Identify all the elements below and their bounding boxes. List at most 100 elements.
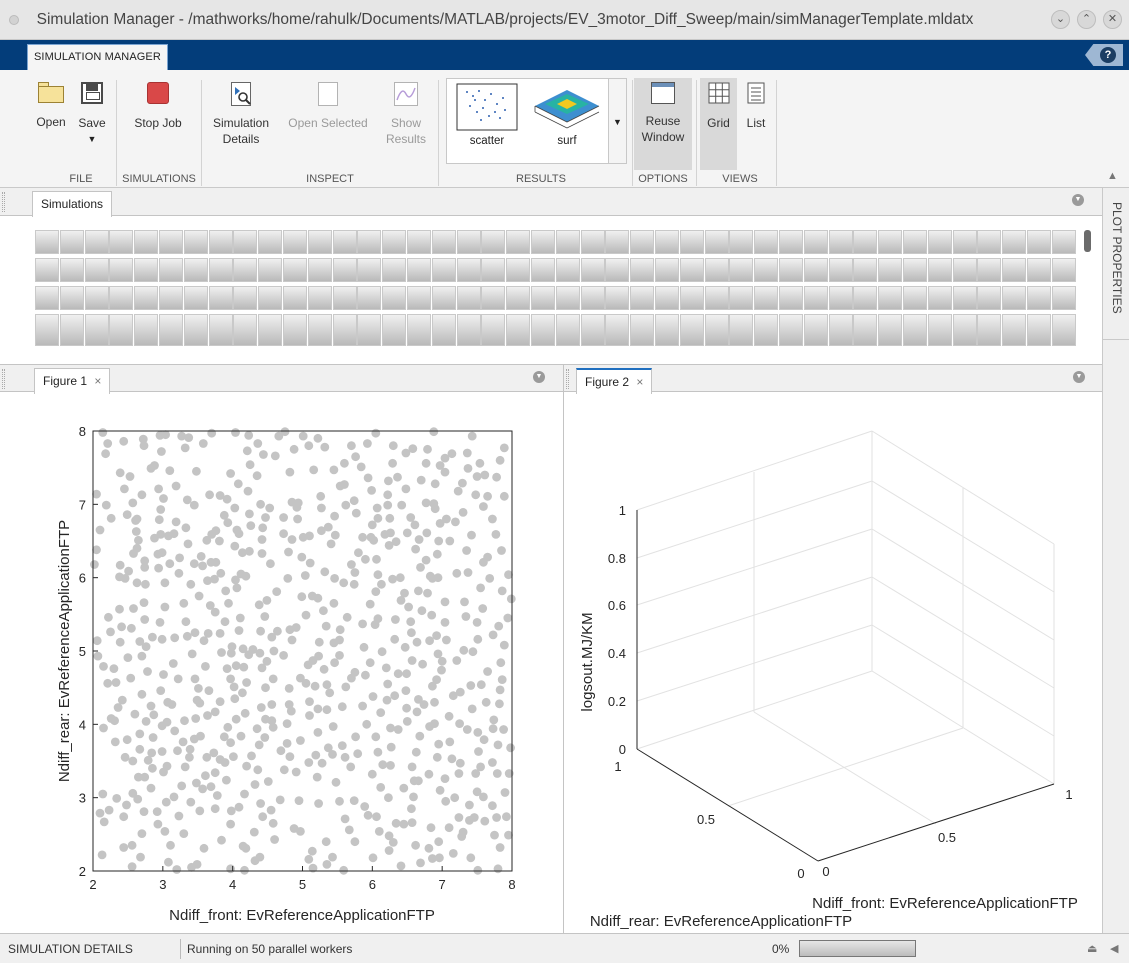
collapse-toolstrip-icon[interactable]: ▲ [1107,170,1118,182]
simulation-cell[interactable] [35,314,59,346]
simulation-cell[interactable] [134,230,159,254]
save-button[interactable]: Save ▼ [76,82,108,147]
simulation-cell[interactable] [630,258,655,282]
simulation-cell[interactable] [456,230,481,254]
simulation-cell[interactable] [357,230,382,254]
simulation-cell[interactable] [803,258,828,282]
simulation-cell[interactable] [481,314,506,346]
status-panel-collapse-icon[interactable]: ◀ [1110,942,1118,955]
simulation-cell[interactable] [283,286,307,310]
simulation-cell[interactable] [580,230,605,254]
simulation-cell[interactable] [134,286,159,310]
simulation-cell[interactable] [977,230,1002,254]
simulation-cell[interactable] [456,286,481,310]
simulation-cell[interactable] [878,314,903,346]
simulation-cell[interactable] [233,258,258,282]
simulation-cell[interactable] [407,230,431,254]
simulation-cell[interactable] [903,286,927,310]
simulation-cell[interactable] [481,258,506,282]
simulation-cell[interactable] [109,314,134,346]
simulation-cell[interactable] [506,258,531,282]
simulation-cell[interactable] [159,258,183,282]
simulation-cell[interactable] [506,314,531,346]
tab-figure-2[interactable]: Figure 2 × [576,368,653,394]
simulation-cell[interactable] [357,314,382,346]
simulation-cell[interactable] [630,314,655,346]
simulation-cell[interactable] [531,230,555,254]
simulation-cell[interactable] [208,286,233,310]
simulation-cell[interactable] [878,258,903,282]
simulation-cell[interactable] [109,258,134,282]
simulation-cell[interactable] [84,230,109,254]
simulation-cell[interactable] [84,286,109,310]
simulation-cell[interactable] [84,314,109,346]
simulation-cell[interactable] [927,258,952,282]
simulation-cell[interactable] [109,286,134,310]
simulation-cell[interactable] [605,314,630,346]
open-button[interactable]: Open [34,82,68,130]
tab-simulation-manager[interactable]: SIMULATION MANAGER [27,44,168,70]
simulation-cell[interactable] [679,314,704,346]
simulation-details-button[interactable]: Simulation Details [206,82,276,147]
simulation-cell[interactable] [605,258,630,282]
simulation-cell[interactable] [580,258,605,282]
figure1-scatter-chart[interactable]: 2 3 4 5 6 7 8 2 3 4 5 6 7 8 Ndiff_front: EvReferenceA… [0,394,563,932]
simulation-cell[interactable] [1002,314,1027,346]
simulation-cell[interactable] [754,258,779,282]
simulation-cell[interactable] [779,258,803,282]
simulation-cell[interactable] [431,258,456,282]
gallery-surf-item[interactable]: surf [531,82,603,147]
simulation-cell[interactable] [927,286,952,310]
simulation-cell[interactable] [630,230,655,254]
simulation-cell[interactable] [332,314,357,346]
simulation-cell[interactable] [307,314,332,346]
simulation-cell[interactable] [580,286,605,310]
tab-simulations[interactable]: Simulations [32,191,113,217]
simulation-cell[interactable] [1027,230,1051,254]
simulation-cell[interactable] [332,230,357,254]
simulation-cell[interactable] [134,314,159,346]
list-view-button[interactable]: List [741,82,771,131]
open-selected-button[interactable]: Open Selected [282,82,374,131]
simulation-cell[interactable] [382,230,407,254]
simulation-cell[interactable] [382,314,407,346]
simulation-cell[interactable] [1051,230,1076,254]
simulation-cell[interactable] [729,258,754,282]
gallery-scatter-item[interactable]: scatter [451,82,523,147]
simulation-cell[interactable] [307,258,332,282]
eject-icon[interactable]: ⏏ [1087,942,1097,955]
simulation-cell[interactable] [952,286,977,310]
simulation-cell[interactable] [481,230,506,254]
simulation-cell[interactable] [754,230,779,254]
figure1-menu-icon[interactable]: ▼ [533,371,545,383]
simulation-cell[interactable] [655,258,679,282]
show-results-button[interactable]: Show Results [380,82,432,147]
gallery-expand-icon[interactable]: ▼ [609,78,627,164]
simulation-cell[interactable] [555,314,580,346]
simulation-cell[interactable] [828,314,853,346]
grid-view-button[interactable]: Grid [702,82,735,131]
simulation-cell[interactable] [258,286,283,310]
simulation-cell[interactable] [704,230,729,254]
simulation-cell[interactable] [977,314,1002,346]
simulation-cell[interactable] [456,314,481,346]
simulation-cell[interactable] [952,258,977,282]
simulation-cell[interactable] [704,258,729,282]
simulation-cell[interactable] [258,230,283,254]
simulation-cell[interactable] [729,286,754,310]
simulations-panel-menu-icon[interactable]: ▼ [1072,194,1084,206]
simulation-details-status-button[interactable]: SIMULATION DETAILS [8,942,133,956]
simulation-cell[interactable] [754,286,779,310]
maximize-icon[interactable]: ⌃ [1077,10,1096,29]
simulation-cell[interactable] [183,230,208,254]
simulation-cell[interactable] [431,286,456,310]
simulation-cell[interactable] [952,314,977,346]
simulation-cell[interactable] [531,314,555,346]
simulation-cell[interactable] [283,314,307,346]
simulation-cell[interactable] [332,258,357,282]
simulation-cell[interactable] [431,314,456,346]
simulation-cell[interactable] [655,314,679,346]
simulation-cell[interactable] [357,286,382,310]
close-figure2-icon[interactable]: × [636,375,643,389]
simulation-cell[interactable] [630,286,655,310]
